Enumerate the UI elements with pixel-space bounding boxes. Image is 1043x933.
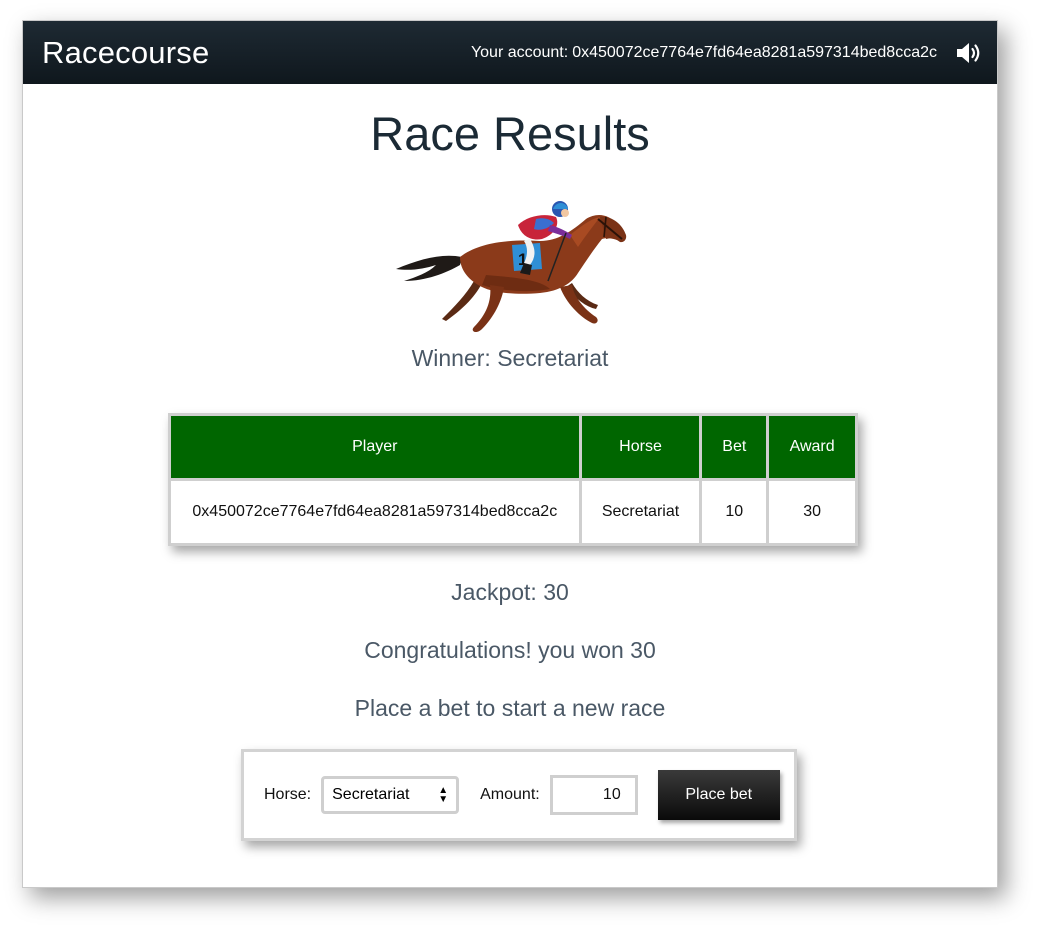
horse-label: Horse: [264, 786, 312, 803]
account-area: Your account: 0x450072ce7764e7fd64ea8281a… [471, 40, 983, 66]
brand-title[interactable]: Racecourse [42, 35, 209, 71]
cell-player: 0x450072ce7764e7fd64ea8281a597314bed8cca… [168, 478, 582, 546]
navbar: Racecourse Your account: 0x450072ce7764e7… [23, 21, 997, 84]
column-header-bet: Bet [699, 413, 770, 481]
cell-horse: Secretariat [578, 478, 703, 546]
winner-text: Winner: Secretariat [411, 345, 609, 371]
racehorse-icon: 1 [396, 201, 627, 333]
account-label: Your account: [470, 43, 569, 61]
amount-input[interactable] [549, 775, 638, 815]
horse-select-value: Secretariat [332, 786, 410, 803]
column-header-player: Player [168, 413, 582, 481]
table-header-row: Player Horse Bet Award [168, 413, 858, 481]
account-info: Your account: 0x450072ce7764e7fd64ea8281a… [471, 44, 937, 62]
amount-label: Amount: [480, 786, 540, 803]
account-address: 0x450072ce7764e7fd64ea8281a597314bed8cca… [572, 43, 937, 61]
column-header-horse: Horse [578, 413, 703, 481]
winner-horse-image: 1 [23, 195, 997, 343]
place-bet-button[interactable]: Place bet [657, 770, 780, 820]
results-table: Player Horse Bet Award 0x450072ce7764e7f… [168, 413, 858, 546]
bet-form: Horse: Secretariat ▲▼ Amount: Place bet [241, 749, 797, 841]
select-arrows-icon: ▲ ▼ [438, 785, 449, 805]
horse-select[interactable]: Secretariat ▲ ▼ [321, 776, 460, 814]
congratulations-text: Congratulations! you won 30 [364, 637, 656, 663]
cell-bet: 10 [699, 478, 770, 546]
app-window: Racecourse Your account: 0x450072ce7764e7… [22, 20, 998, 888]
table-row: 0x450072ce7764e7fd64ea8281a597314bed8cca… [168, 478, 858, 546]
page-title: Race Results [370, 107, 650, 160]
new-race-prompt: Place a bet to start a new race [354, 695, 666, 721]
cell-award: 30 [766, 478, 858, 546]
column-header-award: Award [766, 413, 858, 481]
speaker-volume-icon[interactable] [955, 40, 983, 66]
jackpot-text: Jackpot: 30 [451, 579, 569, 605]
